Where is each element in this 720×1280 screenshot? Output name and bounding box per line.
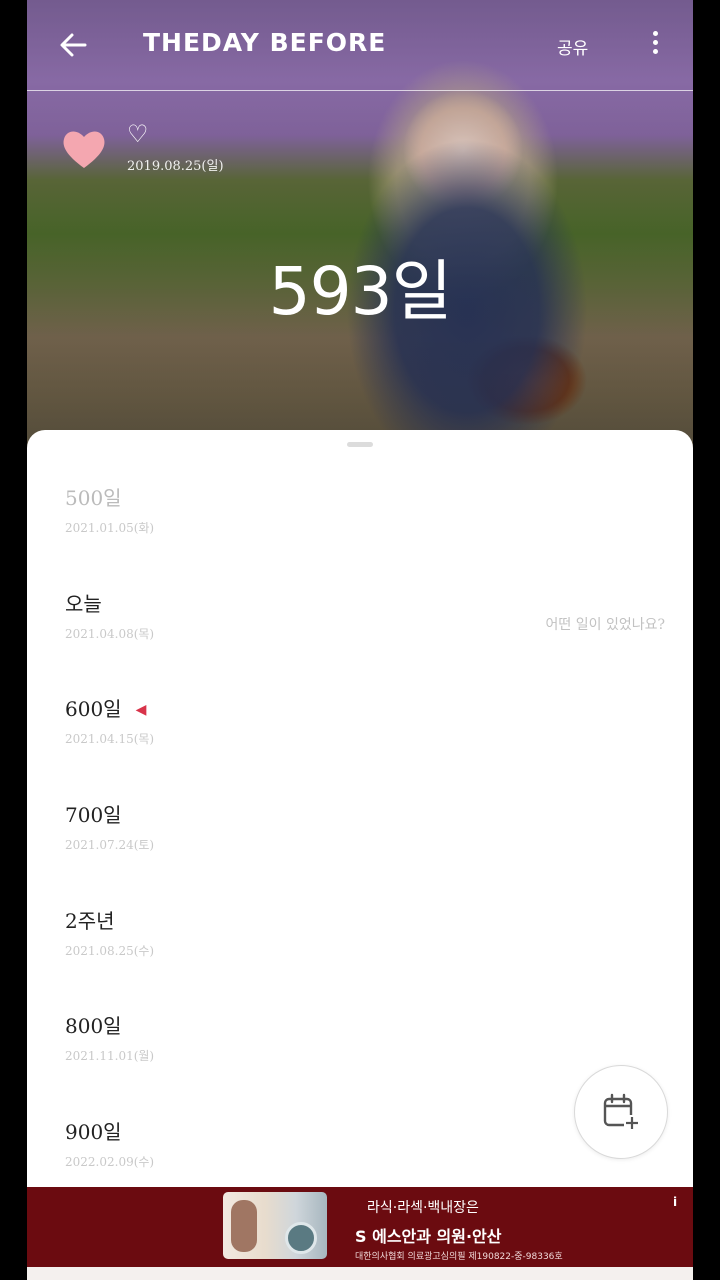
milestone-date: 2021.04.15(목)	[65, 732, 155, 747]
more-vertical-icon	[646, 31, 664, 54]
milestone-date: 2021.11.01(월)	[65, 1049, 155, 1064]
milestone-date: 2021.01.05(화)	[65, 521, 155, 535]
calendar-add-icon	[603, 1093, 640, 1131]
add-date-button[interactable]	[574, 1065, 668, 1159]
milestone-title: 500일	[65, 486, 122, 510]
milestone-date: 2021.07.24(토)	[65, 838, 155, 853]
list-item[interactable]: 600일 ◀ 2021.04.15(목)	[65, 693, 665, 799]
list-item[interactable]: 700일 2021.07.24(토)	[65, 799, 665, 905]
drag-handle[interactable]	[347, 442, 373, 447]
ad-image	[223, 1192, 327, 1259]
info-icon[interactable]: i	[673, 1195, 677, 1209]
bottom-strip	[27, 1267, 693, 1280]
day-count: 593일	[268, 253, 453, 330]
heart-icon	[63, 131, 105, 168]
ad-banner[interactable]: 라식·라섹·백내장은 S 에스안과 의원·안산 대한의사협회 의료광고심의필 제…	[27, 1187, 693, 1267]
milestone-title: 2주년	[65, 908, 115, 933]
milestone-title: 600일	[65, 697, 122, 722]
start-date: 2019.08.25(일)	[127, 159, 224, 174]
app-logo: THEDAY BEFORE	[143, 28, 387, 57]
back-arrow-icon	[60, 33, 87, 57]
app-screen: THEDAY BEFORE 공유 ♡ 2019.08.25(일) 593일 50…	[27, 0, 693, 1280]
list-item[interactable]: 2주년 2021.08.25(수)	[65, 905, 665, 1011]
memo-prompt[interactable]: 어떤 일이 있었나요?	[546, 614, 665, 634]
milestone-title: 오늘	[65, 591, 102, 616]
top-bar: THEDAY BEFORE 공유	[27, 0, 693, 91]
milestone-date: 2021.08.25(수)	[65, 943, 155, 958]
event-title: ♡	[127, 120, 149, 148]
milestone-title: 800일	[65, 1014, 122, 1039]
back-button[interactable]	[57, 28, 91, 62]
milestone-title: 700일	[65, 803, 122, 828]
list-item[interactable]: 500일 2021.01.05(화)	[65, 482, 665, 588]
list-item[interactable]: 오늘 2021.04.08(목) 어떤 일이 있었나요?	[65, 588, 665, 694]
milestone-date: 2022.02.09(수)	[65, 1155, 155, 1170]
share-button[interactable]: 공유	[557, 34, 588, 59]
flag-icon: ◀	[135, 702, 147, 719]
ad-brand: S 에스안과 의원·안산	[355, 1227, 502, 1246]
ad-disclaimer: 대한의사협회 의료광고심의필 제190822-중-98336호	[355, 1252, 563, 1262]
favorite-button[interactable]	[61, 128, 107, 170]
ad-headline: 라식·라섹·백내장은	[367, 1200, 479, 1216]
more-menu-button[interactable]	[646, 28, 664, 62]
